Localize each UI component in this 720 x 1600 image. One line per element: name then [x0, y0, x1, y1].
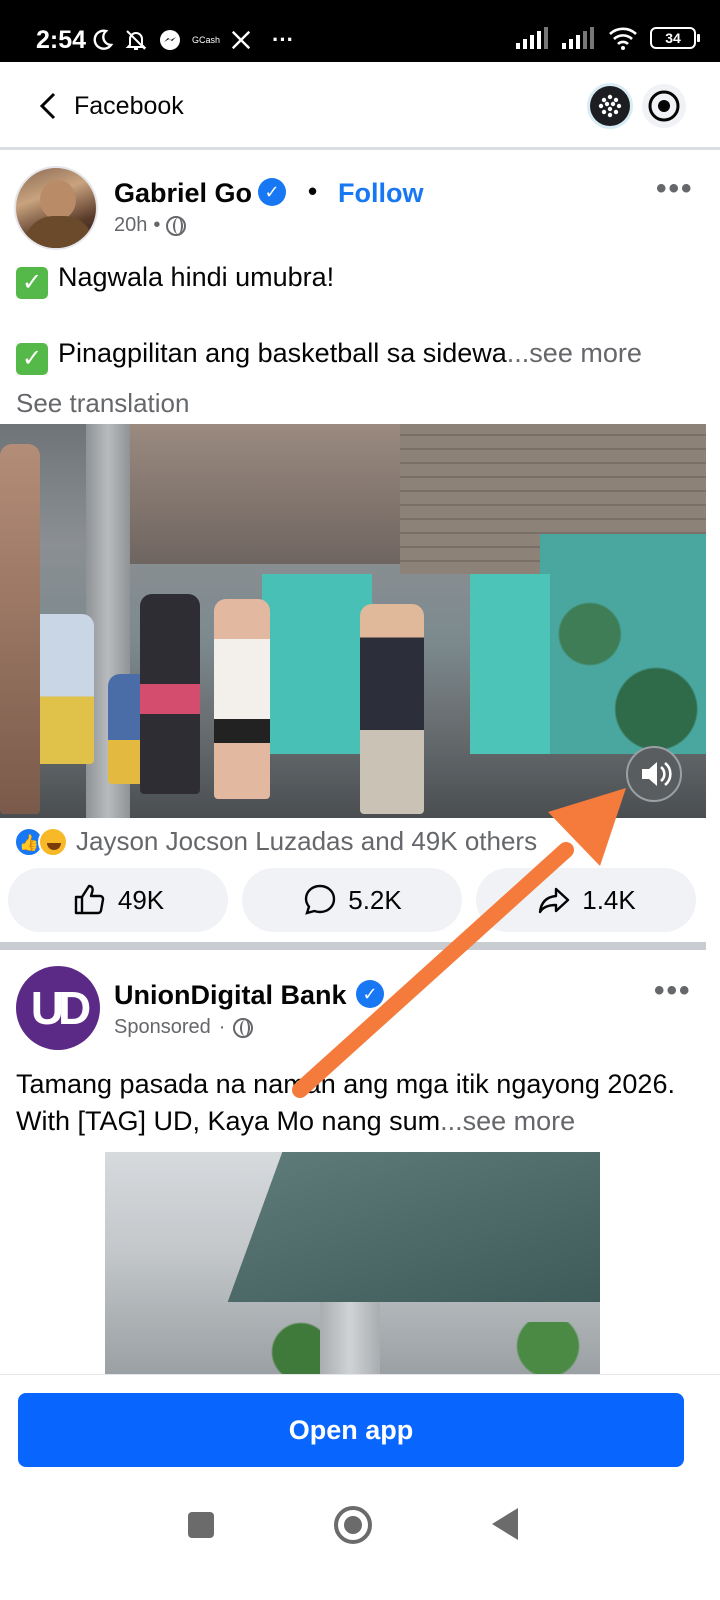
- open-app-button[interactable]: Open app: [18, 1393, 684, 1467]
- bell-off-icon: [125, 30, 147, 50]
- image-scene-awning: [227, 1152, 600, 1302]
- image-scene-trees: [225, 1322, 600, 1374]
- ad-image[interactable]: [105, 1152, 600, 1374]
- globe-icon: [233, 1017, 254, 1038]
- home-button[interactable]: [334, 1506, 372, 1544]
- video-scene-plants: [540, 534, 706, 784]
- author-name[interactable]: Gabriel Go: [114, 178, 252, 209]
- post-text: Tamang pasada na naman ang mga itik ngay…: [16, 1069, 675, 1136]
- reactions-summary[interactable]: 👍 Jayson Jocson Luzadas and 49K others: [14, 826, 537, 857]
- verified-badge-icon: ✓: [356, 980, 384, 1008]
- signal-icon-2: [562, 27, 594, 49]
- separator-dot: •: [308, 176, 318, 206]
- checkmark-icon: ✓: [16, 343, 48, 375]
- record-icon[interactable]: [642, 84, 686, 128]
- sponsored-label: Sponsored: [114, 1016, 211, 1038]
- author-avatar[interactable]: [14, 166, 98, 250]
- verified-badge-icon: ✓: [258, 178, 286, 206]
- gcash-icon: GCash: [192, 35, 221, 45]
- sponsored-meta: Sponsored ·: [114, 1016, 254, 1039]
- battery-indicator: 34: [650, 27, 700, 49]
- video-scene-person: [360, 604, 424, 814]
- see-more-link[interactable]: ...see more: [507, 338, 642, 368]
- wifi-icon: [609, 27, 637, 50]
- checkmark-icon: ✓: [16, 267, 48, 299]
- comment-button[interactable]: 5.2K: [242, 868, 462, 932]
- reactions-text: Jayson Jocson Luzadas and 49K others: [76, 826, 538, 856]
- comment-icon: [305, 884, 336, 915]
- post-line-2: ✓ Pinagpilitan ang basketball sa sidewa..…: [16, 338, 642, 375]
- x-icon: [231, 30, 251, 50]
- meta-dot: ·: [218, 1016, 226, 1038]
- video-scene-building: [130, 424, 400, 564]
- advertiser-name[interactable]: UnionDigital Bank: [114, 980, 347, 1011]
- status-left-icons: GCash ···: [90, 27, 294, 53]
- like-button[interactable]: 49K: [8, 868, 228, 932]
- see-more-link[interactable]: ...see more: [440, 1106, 575, 1136]
- video-scene-person: [140, 594, 200, 794]
- follow-button[interactable]: Follow: [338, 178, 423, 209]
- meta-dot: •: [153, 214, 161, 236]
- recents-button[interactable]: [188, 1512, 214, 1538]
- post-line-1: ✓ Nagwala hindi umubra!: [16, 262, 334, 299]
- globe-icon: [166, 215, 187, 236]
- video-scene-person: [0, 444, 40, 814]
- video-scene-wall: [262, 574, 372, 764]
- like-count: 49K: [117, 884, 165, 915]
- share-icon: [539, 887, 570, 914]
- share-button[interactable]: 1.4K: [476, 868, 696, 932]
- status-time: 2:54: [36, 26, 87, 54]
- post-meta: 20h •: [114, 214, 187, 237]
- thumbs-up-icon: [74, 884, 105, 915]
- messenger-icon: [160, 30, 180, 50]
- header-title: Facebook: [74, 92, 184, 120]
- menu-grid-icon[interactable]: [590, 86, 630, 126]
- see-translation-link[interactable]: See translation: [16, 388, 189, 419]
- back-arrow-icon[interactable]: [30, 86, 70, 126]
- system-nav-bar: [0, 1484, 720, 1600]
- post-video[interactable]: [0, 424, 706, 818]
- status-bar: 2:54 GCash ··· 34: [0, 0, 720, 62]
- app-header: Facebook: [0, 62, 720, 150]
- post-options-icon[interactable]: •••: [656, 172, 694, 206]
- comment-count: 5.2K: [348, 884, 402, 915]
- advertiser-avatar[interactable]: UD: [16, 966, 100, 1050]
- haha-reaction-icon: [38, 826, 68, 857]
- back-button[interactable]: [492, 1508, 518, 1540]
- post-options-icon[interactable]: •••: [654, 974, 692, 1008]
- moon-icon: [93, 29, 114, 50]
- open-app-bar: Open app: [0, 1374, 720, 1484]
- status-right-icons: 34: [516, 26, 700, 50]
- more-icon: ···: [272, 27, 294, 52]
- post-time: 20h: [114, 214, 148, 236]
- signal-icon: [516, 27, 548, 49]
- video-scene-person: [214, 599, 270, 799]
- post-divider: [0, 942, 706, 950]
- share-count: 1.4K: [582, 884, 636, 915]
- sound-toggle-icon[interactable]: [626, 746, 682, 802]
